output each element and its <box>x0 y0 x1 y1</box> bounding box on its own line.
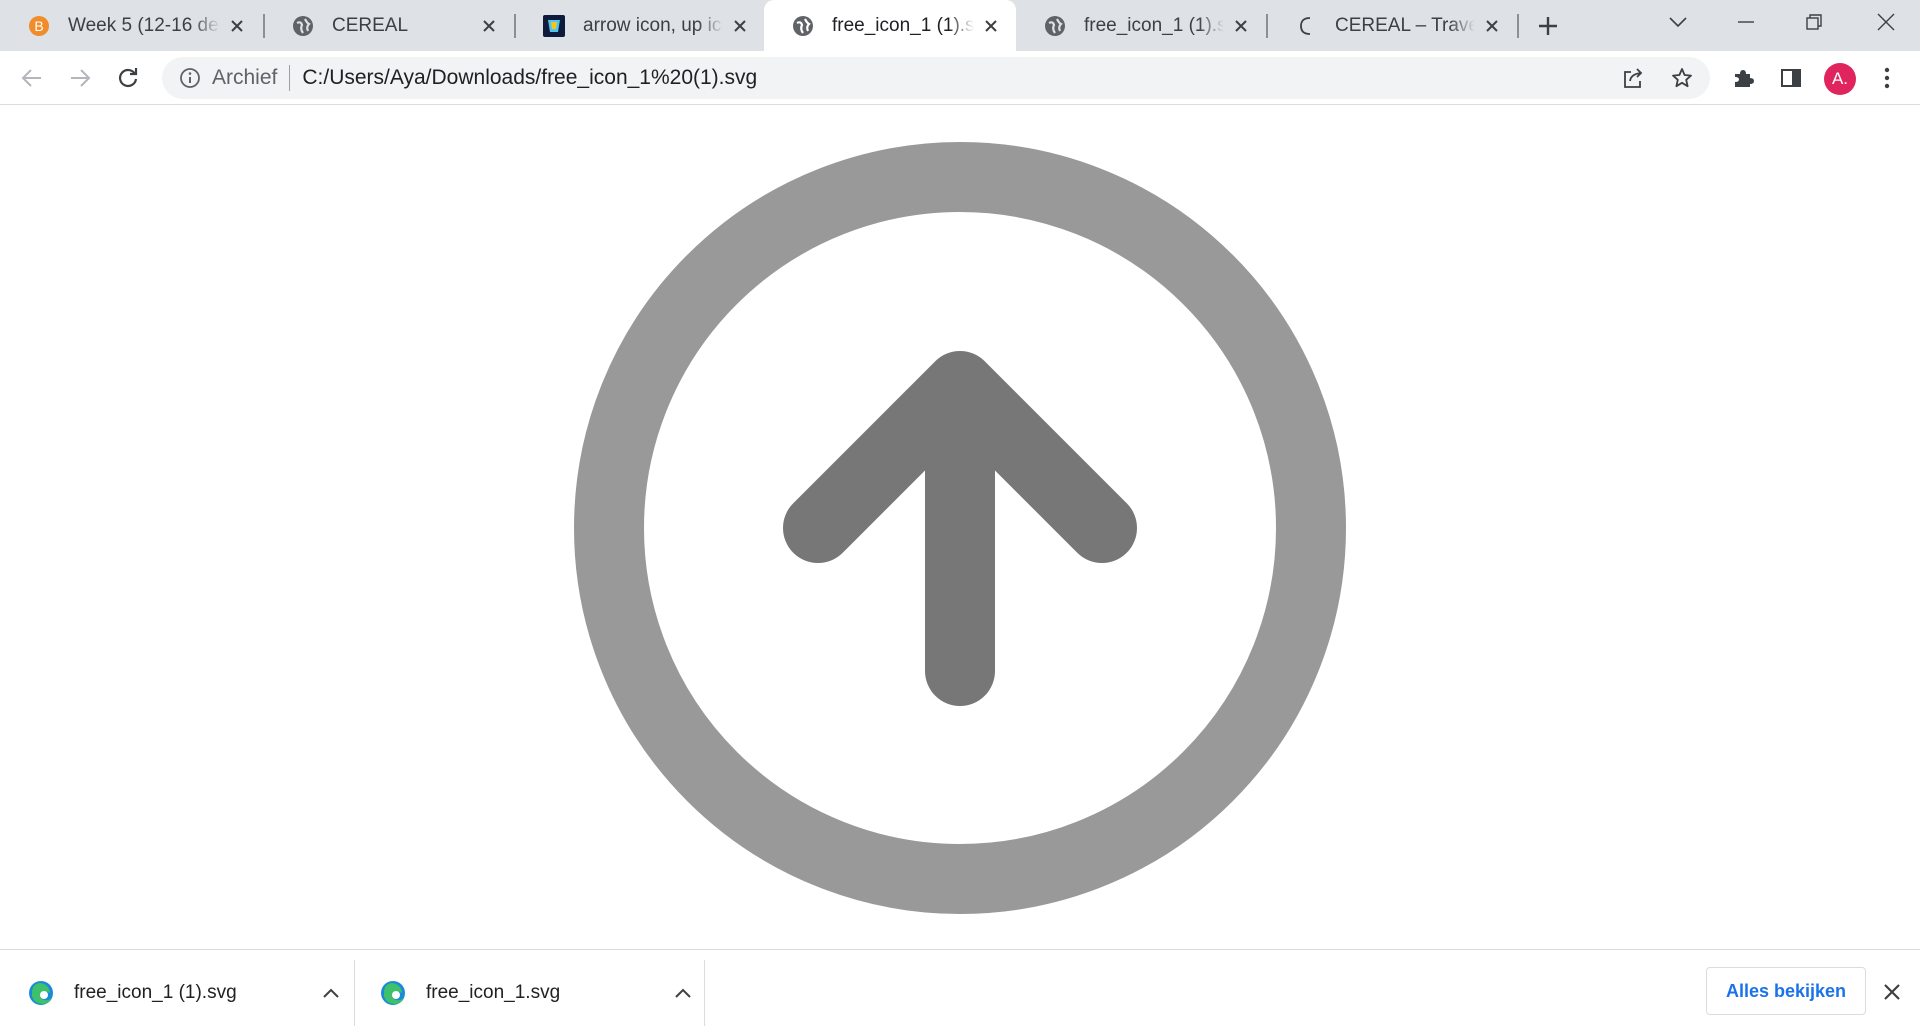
url-text[interactable]: C:/Users/Aya/Downloads/free_icon_1%20(1)… <box>302 66 757 90</box>
profile-avatar[interactable]: A. <box>1824 63 1856 95</box>
tab-title: arrow icon, up icon <box>583 14 723 36</box>
tab-arrow-icon[interactable]: arrow icon, up icon <box>515 0 765 51</box>
close-tab-icon[interactable] <box>729 15 751 37</box>
restore-button[interactable] <box>1780 0 1848 44</box>
tab-free-icon[interactable]: free_icon_1 (1).svg <box>1016 0 1266 51</box>
download-bar: free_icon_1 (1).svg free_icon_1.svg Alle… <box>0 949 1920 1034</box>
brightspace-icon: B <box>28 15 50 37</box>
download-item[interactable]: free_icon_1 (1).svg <box>0 950 352 1034</box>
address-bar[interactable]: Archief C:/Users/Aya/Downloads/free_icon… <box>162 57 1710 99</box>
view-all-downloads-button[interactable]: Alles bekijken <box>1706 967 1866 1015</box>
page-content <box>0 106 1920 949</box>
cereal-c-icon <box>1295 15 1317 37</box>
share-icon[interactable] <box>1616 61 1650 95</box>
back-button[interactable] <box>15 61 49 95</box>
tab-free-icon-active[interactable]: free_icon_1 (1).svg <box>764 0 1016 51</box>
tab-cereal-travel[interactable]: CEREAL – Travel & S <box>1267 0 1517 51</box>
omnibox-divider <box>289 65 291 91</box>
tab-title: free_icon_1 (1).svg <box>832 14 974 36</box>
download-item[interactable]: free_icon_1.svg <box>352 950 704 1034</box>
tab-title: CEREAL – Travel & S <box>1335 14 1475 36</box>
minimize-button[interactable] <box>1712 0 1780 44</box>
tab-week5[interactable]: B Week 5 (12-16 dec) <box>0 0 262 51</box>
tab-title: Week 5 (12-16 dec) <box>68 14 220 36</box>
reload-button[interactable] <box>111 61 145 95</box>
close-window-button[interactable] <box>1852 0 1920 44</box>
new-tab-button[interactable] <box>1533 11 1563 41</box>
close-tab-icon[interactable] <box>478 15 500 37</box>
tab-title: free_icon_1 (1).svg <box>1084 14 1224 36</box>
arrow-up-circle-icon <box>574 142 1346 914</box>
tab-strip: B Week 5 (12-16 dec) CEREAL arrow icon, … <box>0 0 1920 51</box>
browser-window: B Week 5 (12-16 dec) CEREAL arrow icon, … <box>0 0 1920 1034</box>
up-arrow <box>783 351 1137 706</box>
chevron-up-icon[interactable] <box>670 980 696 1006</box>
more-menu-icon[interactable] <box>1870 61 1904 95</box>
download-filename: free_icon_1 (1).svg <box>74 981 237 1003</box>
tab-cereal[interactable]: CEREAL <box>264 0 514 51</box>
chevron-up-icon[interactable] <box>318 980 344 1006</box>
side-panel-icon[interactable] <box>1774 61 1808 95</box>
globe-icon <box>792 15 814 37</box>
svg-text:B: B <box>34 18 43 34</box>
site-chip-label[interactable]: Archief <box>212 66 277 90</box>
tab-separator <box>1517 14 1519 38</box>
edge-icon <box>381 980 405 1005</box>
edge-icon <box>29 980 53 1005</box>
close-tab-icon[interactable] <box>1230 15 1252 37</box>
globe-icon <box>1044 15 1066 37</box>
close-tab-icon[interactable] <box>226 15 248 37</box>
tab-title: CEREAL <box>332 14 409 36</box>
flaticon-icon <box>543 14 565 37</box>
tab-search-button[interactable] <box>1644 0 1712 44</box>
close-download-bar-icon[interactable] <box>1878 978 1906 1006</box>
download-separator <box>704 960 705 1026</box>
info-icon[interactable] <box>178 66 202 90</box>
toolbar: Archief C:/Users/Aya/Downloads/free_icon… <box>0 51 1920 105</box>
close-tab-icon[interactable] <box>1481 15 1503 37</box>
extensions-puzzle-icon[interactable] <box>1726 61 1760 95</box>
forward-button[interactable] <box>63 61 97 95</box>
globe-icon <box>292 15 314 37</box>
close-tab-icon[interactable] <box>980 15 1002 37</box>
download-filename: free_icon_1.svg <box>426 981 561 1003</box>
bookmark-star-icon[interactable] <box>1665 61 1699 95</box>
